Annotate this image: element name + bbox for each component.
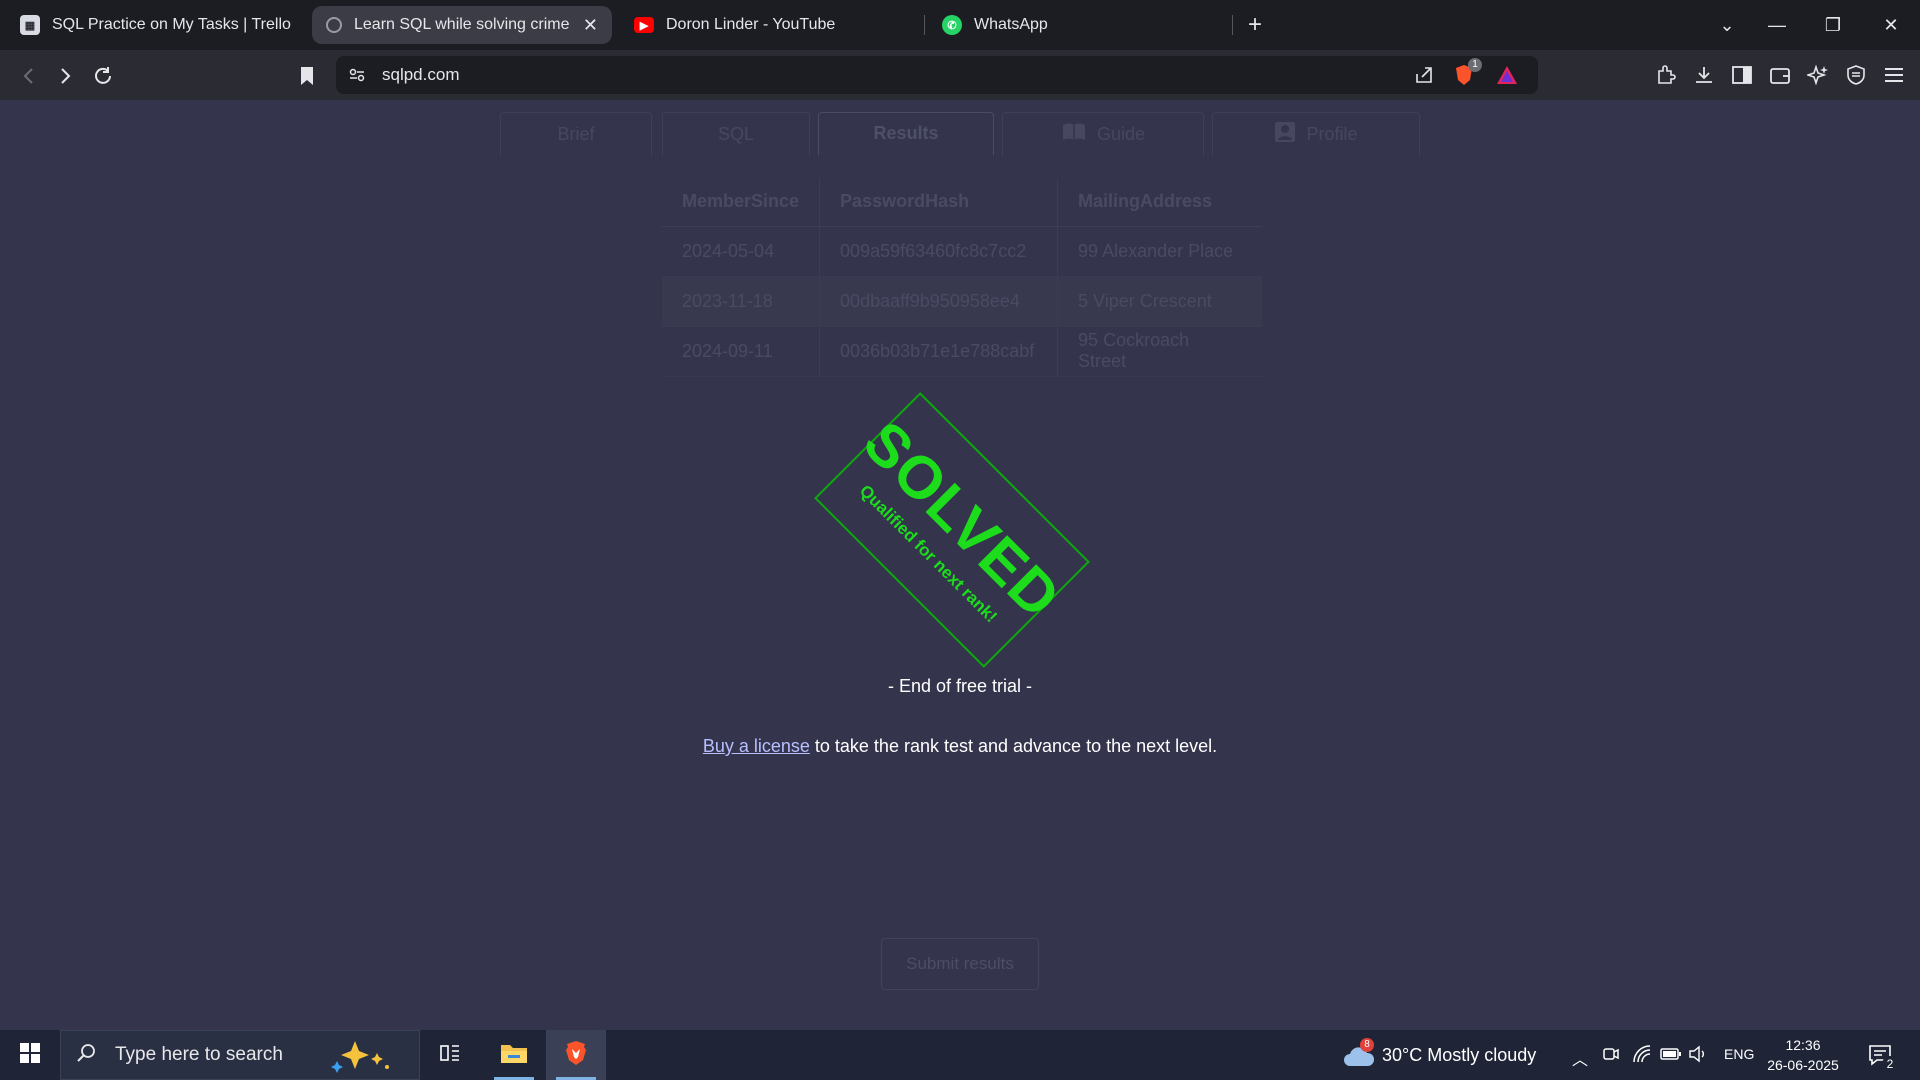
close-tab-icon[interactable]: ✕ [583,15,598,36]
tab-label: Learn SQL while solving crimes! S [354,16,570,33]
tab-label: WhatsApp [974,16,1048,33]
trello-icon: ▦ [20,15,40,35]
new-tab-button[interactable]: + [1240,10,1270,40]
file-explorer-taskbar-button[interactable] [484,1030,544,1080]
tab-search-chevron-icon[interactable]: ⌄ [1712,10,1742,40]
table-cell: 009a59f63460fc8c7cc2 [819,226,1058,277]
book-icon [1061,122,1087,147]
share-icon[interactable] [1414,65,1434,90]
search-icon [75,1042,97,1069]
profile-icon [1274,121,1296,148]
tab-sql[interactable]: SQL [662,112,810,156]
task-view-button[interactable] [420,1030,480,1080]
tab-whatsapp[interactable]: ✆ WhatsApp [928,6,1228,44]
tab-youtube[interactable]: ▶ Doron Linder - YouTube [620,6,920,44]
meet-now-icon[interactable] [1602,1044,1620,1069]
table-cell: 0036b03b71e1e788cabf [819,326,1058,377]
start-button[interactable] [0,1030,60,1080]
restore-button[interactable]: ❐ [1818,10,1848,40]
tab-label: Brief [557,124,595,144]
search-placeholder: Type here to search [115,1044,283,1065]
column-header: PasswordHash [819,178,1058,227]
shield-count-badge: 1 [1468,58,1482,72]
minimize-button[interactable]: — [1762,10,1792,40]
table-header-row: MemberSince PasswordHash MailingAddress [662,178,1262,227]
license-message-text: to take the rank test and advance to the… [809,736,1218,756]
close-window-button[interactable]: ✕ [1876,10,1906,40]
tab-results[interactable]: Results [818,112,994,156]
tab-label: Doron Linder - YouTube [666,16,836,33]
table-cell: 00dbaaff9b950958ee4 [819,276,1058,327]
back-button[interactable] [14,61,44,91]
volume-icon[interactable] [1688,1044,1708,1069]
windows-icon [19,1042,41,1069]
menu-icon[interactable] [1880,61,1908,89]
extensions-icon[interactable] [1652,61,1680,89]
table-cell: 99 Alexander Place [1057,226,1262,277]
submit-results-button[interactable]: Submit results [881,938,1039,990]
solved-stamp: SOLVED Qualified for next rank! [814,392,1090,668]
tab-separator [924,15,925,35]
wifi-icon[interactable] [1632,1044,1652,1069]
clock-date: 26-06-2025 [1767,1057,1839,1073]
trial-notice: - End of free trial - [887,676,1033,696]
table-row: 2024-09-11 0036b03b71e1e788cabf 95 Cockr… [662,326,1262,377]
language-indicator[interactable]: ENG [1724,1046,1754,1062]
leo-ai-icon[interactable] [1804,61,1832,89]
reload-button[interactable] [88,61,118,91]
clock-time: 12:36 [1785,1037,1821,1053]
tab-label: SQL Practice on My Tasks | Trello [52,16,291,33]
weather-alert-badge: 8 [1360,1038,1374,1052]
copilot-sparkle-icon [329,1039,409,1078]
url-text: sqlpd.com [382,65,460,84]
notification-count-badge: 2 [1882,1056,1898,1072]
tab-label: Results [873,123,939,143]
wallet-icon[interactable] [1766,61,1794,89]
tab-guide[interactable]: Guide [1002,112,1204,156]
column-header: MailingAddress [1057,178,1262,227]
bookmark-icon[interactable] [292,61,322,91]
table-row: 2023-11-18 00dbaaff9b950958ee4 5 Viper C… [662,276,1262,327]
folder-icon [500,1041,528,1070]
chevron-up-icon[interactable]: ︿ [1572,1046,1588,1070]
table-cell: 2023-11-18 [662,276,820,327]
download-icon[interactable] [1690,61,1718,89]
task-view-icon [439,1043,461,1068]
tab-separator [1232,15,1233,35]
buy-license-link[interactable]: Buy a license [703,736,810,756]
sidebar-icon[interactable] [1728,61,1756,89]
results-table: MemberSince PasswordHash MailingAddress … [662,178,1262,377]
brave-rewards-icon[interactable] [1496,65,1518,90]
tab-sqlpd[interactable]: Learn SQL while solving crimes! S ✕ [312,6,612,44]
page-content: Brief SQL Results Guide Profile MemberSi… [0,100,1920,1030]
vpn-shield-icon[interactable] [1842,61,1870,89]
license-message: Buy a license to take the rank test and … [0,736,1920,757]
table-cell: 5 Viper Crescent [1057,276,1262,327]
taskbar-clock[interactable]: 12:36 26-06-2025 [1766,1035,1840,1075]
tab-trello[interactable]: ▦ SQL Practice on My Tasks | Trello [6,6,306,44]
table-cell: 2024-05-04 [662,226,820,277]
windows-taskbar: Type here to search 8 30°C Mostly cloudy… [0,1030,1920,1080]
brave-taskbar-button[interactable] [546,1030,606,1080]
forward-button[interactable] [50,61,80,91]
tab-label: SQL [717,124,755,144]
battery-icon[interactable] [1660,1046,1682,1067]
tab-label: Profile [1306,124,1358,144]
tab-profile[interactable]: Profile [1212,112,1420,156]
weather-text[interactable]: 30°C Mostly cloudy [1382,1045,1536,1066]
whatsapp-icon: ✆ [942,15,962,35]
site-info-icon[interactable] [348,66,366,89]
browser-tab-strip: ▦ SQL Practice on My Tasks | Trello Lear… [0,0,1920,50]
table-row: 2024-05-04 009a59f63460fc8c7cc2 99 Alexa… [662,226,1262,277]
address-bar[interactable]: sqlpd.com 1 [336,56,1538,94]
tab-brief[interactable]: Brief [500,112,652,156]
taskbar-search-box[interactable]: Type here to search [60,1030,420,1080]
youtube-icon: ▶ [634,17,654,33]
column-header: MemberSince [662,178,820,227]
brave-browser-icon [563,1039,589,1072]
sqlpd-icon [326,17,342,33]
tab-label: Guide [1096,124,1146,144]
table-cell: 2024-09-11 [662,326,820,377]
table-cell: 95 Cockroach Street [1057,326,1262,377]
